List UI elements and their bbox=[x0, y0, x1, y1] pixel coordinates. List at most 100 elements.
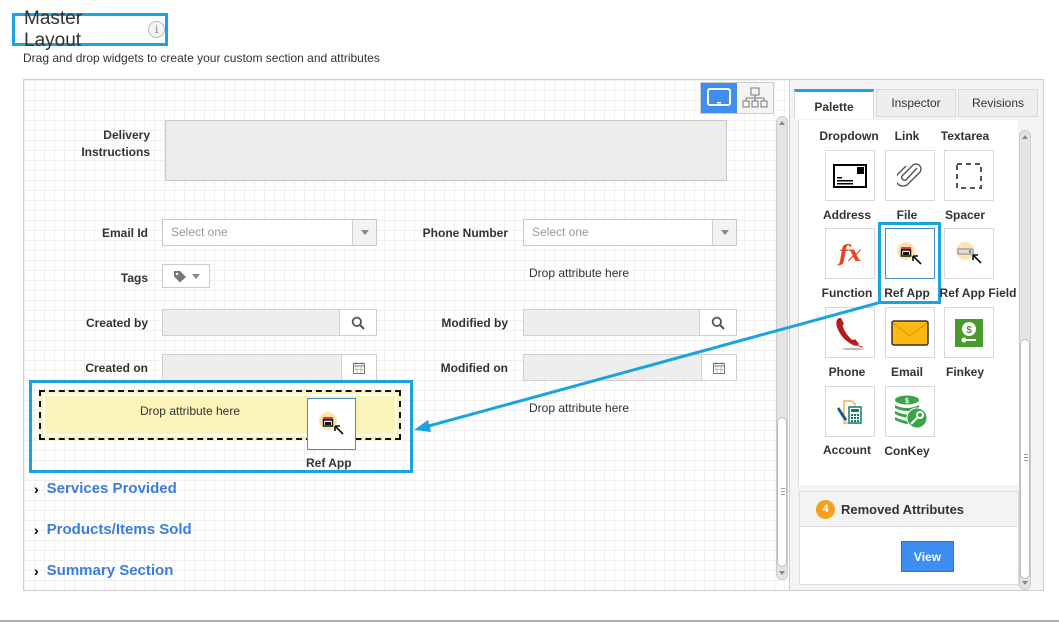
chevron-right-icon: › bbox=[34, 562, 39, 579]
removed-attributes-title: Removed Attributes bbox=[841, 501, 965, 517]
svg-text:$: $ bbox=[966, 325, 972, 336]
palette-widget-finkey[interactable]: $ bbox=[944, 307, 994, 358]
phone-number-select[interactable]: Select one bbox=[523, 219, 737, 246]
desktop-view-icon bbox=[707, 88, 731, 106]
modified-on-datepicker[interactable] bbox=[523, 354, 737, 381]
info-icon[interactable]: i bbox=[148, 21, 165, 38]
palette-label-finkey: Finkey bbox=[945, 365, 984, 379]
modified-by-lookup[interactable] bbox=[523, 309, 737, 336]
palette-widget-account[interactable] bbox=[825, 386, 875, 437]
email-id-select[interactable]: Select one bbox=[162, 219, 377, 246]
page-title-box: Master Layout i bbox=[12, 8, 168, 51]
delivery-instructions-label: Delivery Instructions bbox=[60, 127, 150, 161]
modified-on-field[interactable] bbox=[524, 355, 702, 380]
removed-count-badge: 4 bbox=[816, 499, 835, 519]
delivery-label-line1: Delivery bbox=[103, 128, 150, 142]
search-button[interactable] bbox=[340, 310, 376, 335]
hierarchy-view-button[interactable] bbox=[737, 83, 773, 113]
palette-widget-address[interactable] bbox=[825, 150, 875, 201]
modified-by-label: Modified by bbox=[441, 316, 508, 330]
tab-palette[interactable]: Palette bbox=[794, 89, 874, 119]
chevron-down-icon[interactable] bbox=[712, 220, 736, 245]
page-bottom-divider bbox=[0, 620, 1059, 622]
tag-icon bbox=[173, 270, 186, 282]
section-summary[interactable]: › Summary Section bbox=[34, 562, 173, 579]
created-by-field[interactable] bbox=[163, 310, 340, 335]
palette-scrollbar[interactable] bbox=[1019, 130, 1031, 590]
palette-label-ref-app: Ref App bbox=[884, 286, 930, 300]
palette-label-conkey: ConKey bbox=[884, 444, 930, 458]
palette-widget-file[interactable] bbox=[885, 150, 935, 201]
removed-attributes-header: 4 Removed Attributes bbox=[800, 492, 1018, 527]
dragged-widget-ref-app[interactable] bbox=[307, 398, 356, 450]
scroll-up-arrow[interactable] bbox=[779, 121, 785, 125]
removed-attributes-panel: 4 Removed Attributes View bbox=[799, 491, 1019, 585]
created-on-datepicker[interactable] bbox=[162, 354, 377, 381]
page-subtitle: Drag and drop widgets to create your cus… bbox=[23, 51, 380, 65]
desktop-view-button[interactable] bbox=[701, 83, 737, 113]
search-icon bbox=[711, 316, 725, 330]
section-services-provided[interactable]: › Services Provided bbox=[34, 480, 177, 497]
section-title[interactable]: Services Provided bbox=[47, 480, 177, 497]
hierarchy-view-icon bbox=[742, 87, 768, 108]
email-id-placeholder: Select one bbox=[171, 225, 228, 239]
created-on-label: Created on bbox=[85, 361, 148, 375]
canvas-scrollbar[interactable] bbox=[776, 116, 788, 580]
email-id-label: Email Id bbox=[101, 226, 148, 240]
chevron-right-icon: › bbox=[34, 480, 39, 497]
chevron-down-icon[interactable] bbox=[352, 220, 376, 245]
tags-label: Tags bbox=[120, 271, 148, 285]
calendar-icon bbox=[713, 361, 725, 374]
calendar-button[interactable] bbox=[342, 355, 376, 380]
finkey-icon: $ bbox=[955, 318, 983, 347]
panel-tabs: Palette Inspector Revisions bbox=[794, 89, 1038, 119]
function-icon: fx bbox=[838, 240, 862, 267]
conkey-icon: $ bbox=[895, 395, 928, 428]
chevron-down-icon bbox=[191, 273, 200, 279]
account-icon bbox=[837, 399, 862, 424]
page-title: Master Layout bbox=[24, 7, 83, 51]
modified-on-label: Modified on bbox=[440, 361, 508, 375]
palette-widget-function[interactable]: fx bbox=[825, 228, 875, 279]
view-toggle bbox=[700, 82, 774, 114]
paperclip-icon bbox=[897, 162, 922, 187]
svg-text:$: $ bbox=[905, 398, 909, 405]
scroll-up-arrow[interactable] bbox=[1022, 135, 1028, 139]
drop-attribute-placeholder[interactable]: Drop attribute here bbox=[529, 266, 629, 280]
palette-widget-conkey[interactable]: $ bbox=[885, 386, 935, 437]
scroll-down-arrow[interactable] bbox=[779, 571, 785, 575]
created-by-lookup[interactable] bbox=[162, 309, 377, 336]
canvas-scrollbar-thumb[interactable] bbox=[777, 417, 787, 567]
drop-attribute-placeholder[interactable]: Drop attribute here bbox=[529, 401, 629, 415]
section-title[interactable]: Products/Items Sold bbox=[47, 521, 192, 538]
tab-revisions[interactable]: Revisions bbox=[958, 89, 1038, 117]
ref-app-field-icon bbox=[956, 241, 982, 264]
tab-inspector[interactable]: Inspector bbox=[876, 89, 956, 117]
palette-label-textarea[interactable]: Textarea bbox=[925, 129, 1005, 143]
palette-scrollbar-thumb[interactable] bbox=[1020, 339, 1030, 579]
section-products-items-sold[interactable]: › Products/Items Sold bbox=[34, 521, 192, 538]
palette-label-ref-app-field: Ref App Field bbox=[939, 286, 1017, 300]
ref-app-icon bbox=[318, 412, 344, 435]
palette-label-spacer: Spacer bbox=[944, 208, 986, 222]
tags-dropdown-button[interactable] bbox=[162, 264, 210, 288]
created-on-field[interactable] bbox=[163, 355, 342, 380]
scroll-down-arrow[interactable] bbox=[1022, 581, 1028, 585]
palette-widget-phone[interactable] bbox=[825, 307, 875, 358]
palette-widget-email[interactable] bbox=[885, 307, 935, 358]
created-by-label: Created by bbox=[85, 316, 148, 330]
delivery-label-line2: Instructions bbox=[81, 145, 150, 159]
calendar-button[interactable] bbox=[702, 355, 736, 380]
phone-number-label: Phone Number bbox=[422, 226, 508, 240]
palette-widget-ref-app-field[interactable] bbox=[944, 228, 994, 279]
section-title[interactable]: Summary Section bbox=[47, 562, 174, 579]
phone-icon bbox=[836, 317, 864, 350]
view-removed-button[interactable]: View bbox=[901, 541, 954, 572]
search-button[interactable] bbox=[700, 310, 736, 335]
palette-widget-spacer[interactable] bbox=[944, 150, 994, 201]
modified-by-field[interactable] bbox=[524, 310, 700, 335]
delivery-instructions-textarea[interactable] bbox=[165, 120, 727, 181]
dragged-widget-label: Ref App bbox=[306, 456, 352, 470]
address-icon bbox=[833, 163, 867, 188]
chevron-right-icon: › bbox=[34, 521, 39, 538]
